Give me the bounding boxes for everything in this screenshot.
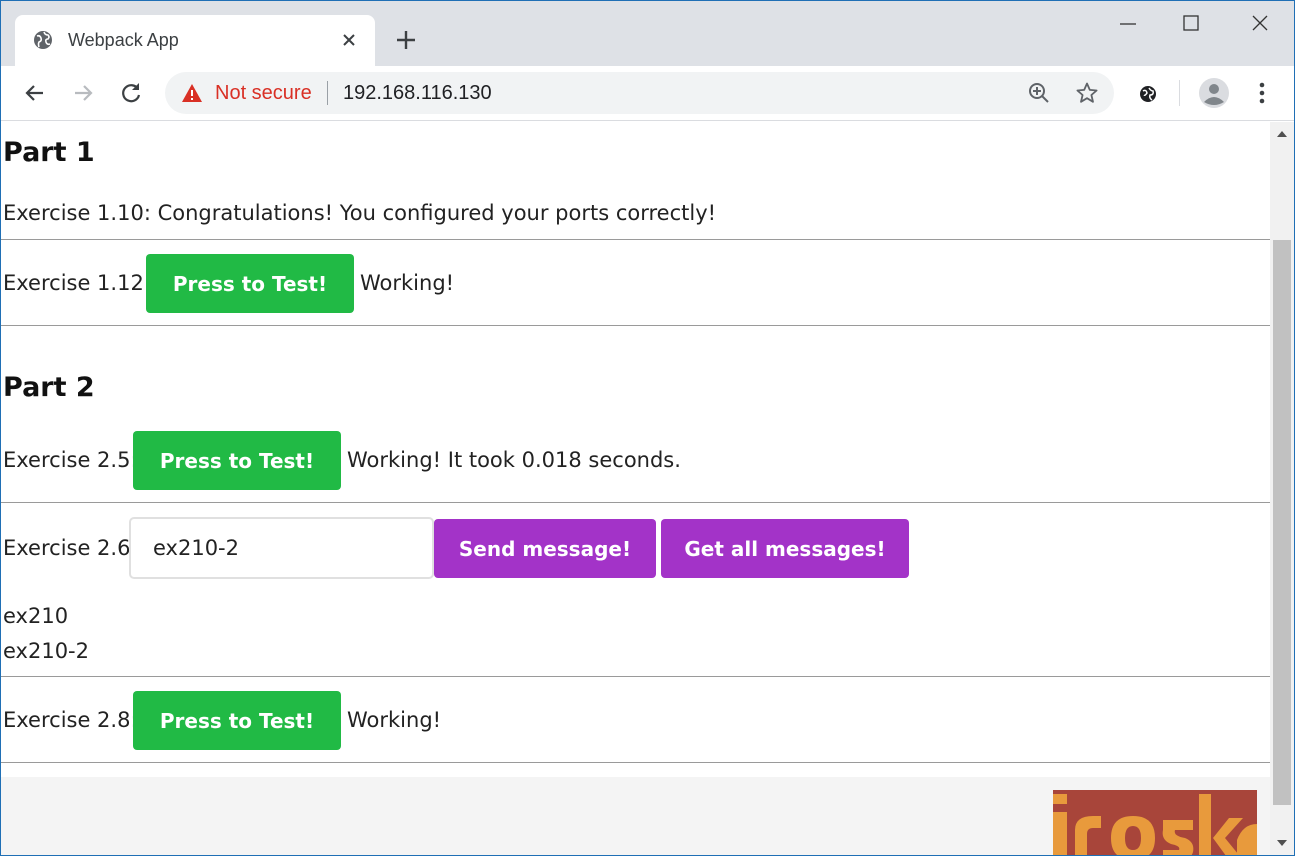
exercise-2-8-result: Working! xyxy=(347,708,442,732)
browser-window: Webpack App Not secure 192.168.116.130 P… xyxy=(0,0,1295,856)
profile-avatar-icon[interactable] xyxy=(1198,77,1230,109)
message-list-item: ex210 xyxy=(3,604,69,628)
extension-icon[interactable] xyxy=(1137,83,1159,105)
bookmark-star-icon[interactable] xyxy=(1075,81,1099,105)
not-secure-label[interactable]: Not secure xyxy=(215,81,312,105)
get-all-messages-button[interactable]: Get all messages! xyxy=(661,519,909,578)
exercise-1-12-label: Exercise 1.12: xyxy=(3,271,151,295)
omnibox-separator xyxy=(327,81,328,105)
exercise-2-6-label: Exercise 2.6: xyxy=(3,536,138,560)
part1-heading: Part 1 xyxy=(3,137,95,168)
page-viewport: Part 1 Exercise 1.10: Congratulations! Y… xyxy=(1,122,1270,855)
zoom-icon[interactable] xyxy=(1027,81,1051,105)
exercise-2-8-test-button[interactable]: Press to Test! xyxy=(133,691,341,750)
forward-arrow-icon[interactable] xyxy=(69,79,97,107)
divider xyxy=(1,325,1270,326)
divider xyxy=(1,239,1270,240)
divider xyxy=(1,762,1270,763)
new-tab-icon[interactable] xyxy=(393,27,419,53)
message-list-item: ex210-2 xyxy=(3,639,89,663)
close-tab-icon[interactable] xyxy=(337,28,361,52)
warning-icon[interactable] xyxy=(181,83,203,103)
vertical-scrollbar[interactable] xyxy=(1270,122,1294,855)
globe-icon xyxy=(34,31,52,49)
exercise-1-12-test-button[interactable]: Press to Test! xyxy=(146,254,354,313)
close-window-icon[interactable] xyxy=(1248,11,1272,35)
company-logo xyxy=(1053,790,1257,855)
address-bar[interactable]: Not secure 192.168.116.130 xyxy=(165,72,1114,114)
exercise-2-5-label: Exercise 2.5: xyxy=(3,448,138,472)
maximize-icon[interactable] xyxy=(1179,11,1203,35)
exercise-1-10-text: Exercise 1.10: Congratulations! You conf… xyxy=(3,201,717,225)
exercise-2-5-result: Working! It took 0.018 seconds. xyxy=(347,448,681,472)
divider xyxy=(1,502,1270,503)
divider xyxy=(1,676,1270,677)
kebab-menu-icon[interactable] xyxy=(1249,79,1275,107)
scrollbar-thumb[interactable] xyxy=(1273,240,1291,805)
exercise-2-5-test-button[interactable]: Press to Test! xyxy=(133,431,341,490)
back-arrow-icon[interactable] xyxy=(21,79,49,107)
exercise-2-8-label: Exercise 2.8: xyxy=(3,708,138,732)
minimize-icon[interactable] xyxy=(1116,11,1140,35)
tab-strip: Webpack App xyxy=(1,1,1294,66)
toolbar-divider xyxy=(1179,80,1180,106)
browser-toolbar: Not secure 192.168.116.130 xyxy=(1,66,1294,121)
page-footer xyxy=(1,777,1270,855)
send-message-button[interactable]: Send message! xyxy=(434,519,656,578)
part2-heading: Part 2 xyxy=(3,372,95,403)
reload-icon[interactable] xyxy=(117,79,145,107)
browser-tab[interactable]: Webpack App xyxy=(15,15,375,66)
scroll-up-arrow-icon[interactable] xyxy=(1270,122,1294,146)
message-input[interactable] xyxy=(129,517,434,579)
exercise-1-12-result: Working! xyxy=(360,271,455,295)
tab-title: Webpack App xyxy=(68,30,179,50)
scroll-down-arrow-icon[interactable] xyxy=(1270,831,1294,855)
url-text[interactable]: 192.168.116.130 xyxy=(343,81,492,105)
